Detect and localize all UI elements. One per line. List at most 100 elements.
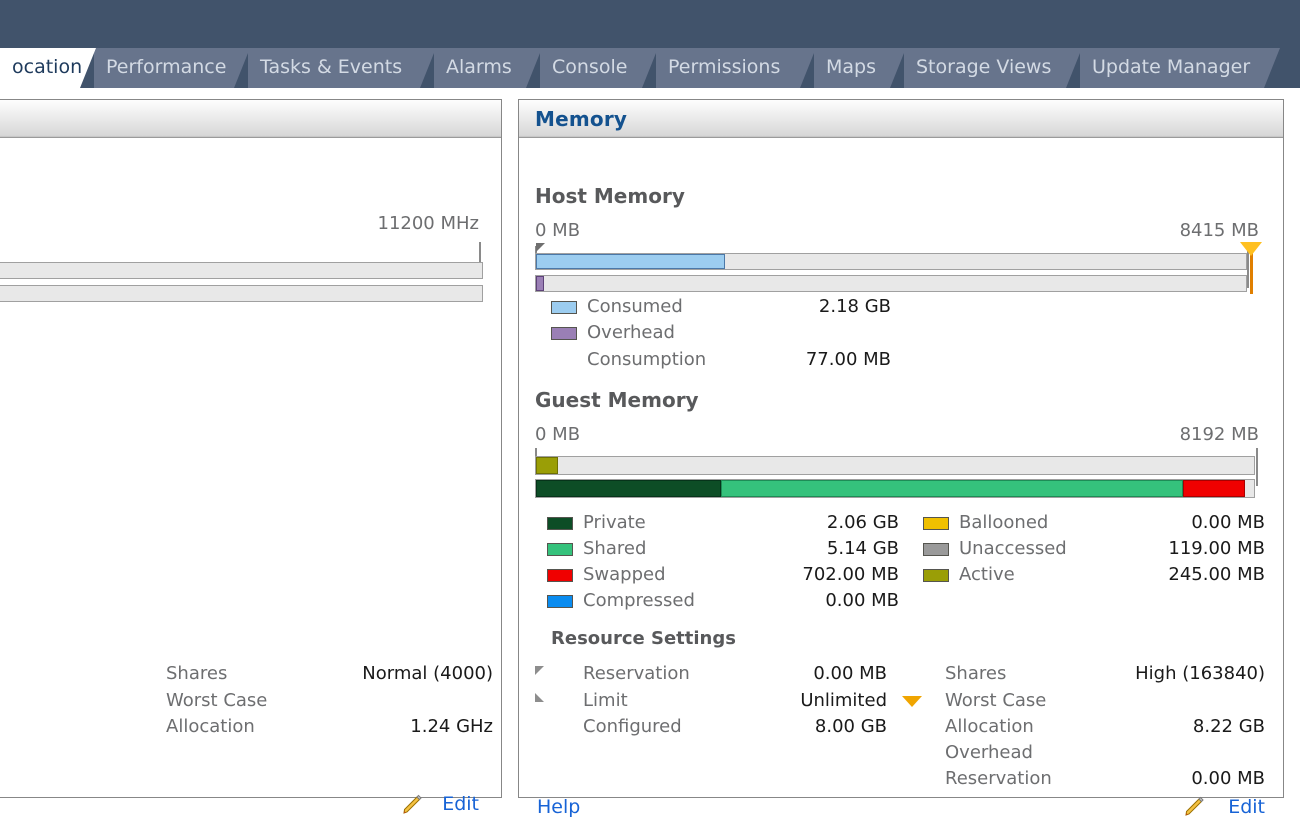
guest-legend-compressed: Compressed 0.00 MB	[547, 590, 927, 616]
guest-swapped-swatch-icon	[547, 569, 573, 582]
mem-reservation-label: Reservation	[583, 663, 690, 684]
host-consumed-value: 2.18 GB	[818, 296, 891, 317]
guest-unaccessed-label: Unaccessed	[959, 538, 1067, 559]
mem-shares-label: Shares	[945, 663, 1007, 684]
host-consumed-label: Consumed	[587, 296, 683, 317]
guest-shared-value: 5.14 GB	[826, 538, 899, 559]
tab-label: Permissions	[668, 56, 781, 78]
cpu-consumed-bar	[0, 262, 483, 279]
tab-label: Maps	[826, 56, 876, 78]
tab-ocation[interactable]: ocation	[0, 48, 96, 88]
tab-update-manager[interactable]: Update Manager	[1080, 48, 1280, 88]
host-overhead-label: Overhead	[587, 322, 675, 343]
guest-private-swatch-icon	[547, 517, 573, 530]
guest-composite-bar	[535, 479, 1255, 498]
host-legend-overhead: Overhead	[551, 322, 951, 348]
cpu-edit-pencil-icon[interactable]	[401, 794, 423, 816]
host-legend-consumed: Consumed 2.18 GB	[551, 296, 951, 322]
memory-edit-link[interactable]: Edit	[1228, 796, 1265, 818]
tab-permissions[interactable]: Permissions	[656, 48, 816, 88]
limit-marker-icon	[535, 693, 544, 702]
guest-swapped-value: 702.00 MB	[802, 564, 899, 585]
guest-compressed-value: 0.00 MB	[825, 590, 899, 611]
guest-shared-swatch-icon	[547, 543, 573, 556]
host-limit-marker-icon	[1240, 242, 1262, 256]
tab-label: Storage Views	[916, 56, 1052, 78]
guest-active-label: Active	[959, 564, 1015, 585]
guest-active-swatch-icon	[923, 569, 949, 582]
guest-compressed-swatch-icon	[547, 595, 573, 608]
guest-shared-label: Shared	[583, 538, 647, 559]
guest-legend-unaccessed: Unaccessed 119.00 MB	[923, 538, 1275, 564]
resource-settings-heading: Resource Settings	[551, 628, 736, 649]
guest-swapped-segment	[1182, 480, 1245, 497]
guest-unaccessed-swatch-icon	[923, 543, 949, 556]
host-overhead-swatch-icon	[551, 327, 577, 340]
mem-reservation-value: 0.00 MB	[813, 663, 887, 684]
host-memory-max-label: 8415 MB	[1179, 220, 1259, 241]
guest-gauge-max-tick	[1256, 448, 1258, 486]
tab-strip: ocation Performance Tasks & Events Alarms Co…	[0, 48, 1278, 88]
tab-maps[interactable]: Maps	[814, 48, 906, 88]
guest-legend-ballooned: Ballooned 0.00 MB	[923, 512, 1275, 538]
host-limit-pointer	[1250, 250, 1253, 294]
host-consumed-bar-fill	[536, 254, 725, 269]
cpu-panel-body: 11200 MHz 280.00 MHz 308.00 MHz 0.00 MHz…	[0, 138, 501, 815]
guest-private-value: 2.06 GB	[826, 512, 899, 533]
mem-limit-caret-icon[interactable]	[902, 696, 922, 707]
memory-panel-header: Memory	[519, 100, 1283, 138]
mem-limit-label: Limit	[583, 690, 628, 711]
guest-memory-max-label: 8192 MB	[1179, 424, 1259, 445]
tab-label: Performance	[106, 56, 227, 78]
memory-help-link[interactable]: Help	[537, 796, 580, 818]
guest-ballooned-swatch-icon	[923, 517, 949, 530]
mem-overhead-label: Overhead	[945, 742, 1033, 763]
memory-edit-pencil-icon[interactable]	[1183, 796, 1205, 818]
mem-overhead-reservation-label: Reservation	[945, 768, 1052, 789]
mem-allocation-label: Allocation	[945, 716, 1034, 737]
mem-shares-value: High (163840)	[1135, 663, 1265, 684]
host-memory-min-label: 0 MB	[535, 220, 581, 241]
host-consumption-label: Consumption	[587, 349, 707, 370]
mem-configured-value: 8.00 GB	[814, 716, 887, 737]
guest-legend-active: Active 245.00 MB	[923, 564, 1275, 590]
host-consumption-value: 77.00 MB	[805, 349, 891, 370]
mem-configured-label: Configured	[583, 716, 682, 737]
mem-overhead-reservation-value: 0.00 MB	[1191, 768, 1265, 789]
mem-limit-value: Unlimited	[800, 690, 887, 711]
guest-ballooned-value: 0.00 MB	[1191, 512, 1265, 533]
reservation-marker-icon	[535, 666, 544, 675]
tab-bar: ocation Performance Tasks & Events Alarms Co…	[0, 0, 1300, 88]
tab-tasks-events[interactable]: Tasks & Events	[248, 48, 436, 88]
host-consumed-bar	[535, 253, 1247, 270]
host-overhead-bar-fill	[536, 276, 544, 291]
tab-console[interactable]: Console	[540, 48, 658, 88]
guest-compressed-label: Compressed	[583, 590, 695, 611]
host-reservation-marker-icon	[536, 243, 545, 252]
tab-label: Console	[552, 56, 628, 78]
guest-ballooned-label: Ballooned	[959, 512, 1049, 533]
cpu-shares-value: Normal (4000)	[362, 663, 493, 684]
cpu-worst-case-label: Worst Case	[166, 690, 268, 711]
guest-private-segment	[536, 480, 722, 497]
tab-performance[interactable]: Performance	[94, 48, 250, 88]
guest-shared-segment	[721, 480, 1183, 497]
cpu-shares-label: Shares	[166, 663, 228, 684]
cpu-gauge-max-tick	[479, 242, 481, 264]
tab-alarms[interactable]: Alarms	[434, 48, 542, 88]
mem-allocation-value: 8.22 GB	[1192, 716, 1265, 737]
guest-memory-min-label: 0 MB	[535, 424, 581, 445]
guest-private-label: Private	[583, 512, 646, 533]
memory-panel: Memory Host Memory 0 MB 8415 MB Consumed…	[518, 99, 1284, 818]
mem-worst-case-label: Worst Case	[945, 690, 1047, 711]
cpu-gauge-max-label: 11200 MHz	[377, 213, 480, 234]
guest-legend-swapped: Swapped 702.00 MB	[547, 564, 927, 590]
tab-label: Tasks & Events	[260, 56, 403, 78]
guest-active-value: 245.00 MB	[1168, 564, 1265, 585]
tab-label: Update Manager	[1092, 56, 1251, 78]
tab-storage-views[interactable]: Storage Views	[904, 48, 1082, 88]
guest-active-bar	[535, 456, 1255, 475]
host-consumed-swatch-icon	[551, 301, 577, 314]
cpu-active-bar	[0, 285, 483, 302]
guest-legend-shared: Shared 5.14 GB	[547, 538, 927, 564]
